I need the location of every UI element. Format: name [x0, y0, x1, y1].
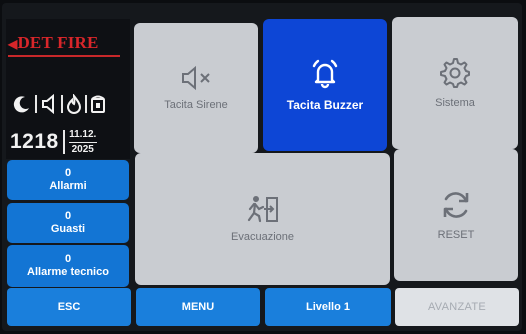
status-icons — [12, 92, 124, 116]
logo-text: DET FIRE — [17, 33, 99, 52]
brand-logo: ◀DET FIRE — [8, 33, 120, 53]
reset-button[interactable]: RESET — [394, 149, 518, 281]
evacuation-label: Evacuazione — [231, 231, 294, 243]
date-divider — [68, 141, 97, 143]
clock-time: 1218 — [10, 130, 59, 153]
icon-separator — [35, 95, 37, 113]
faults-counter-button[interactable]: 0 Guasti — [7, 203, 129, 243]
access-level-button[interactable]: Livello 1 — [265, 288, 391, 326]
date-day-month: 11.12. — [69, 128, 97, 140]
alarms-counter-button[interactable]: 0 Allarmi — [7, 160, 129, 200]
exit-run-icon — [247, 196, 278, 223]
moon-icon — [13, 96, 29, 113]
system-button[interactable]: Sistema — [392, 17, 518, 149]
silence-sirens-label: Tacita Sirene — [164, 99, 228, 111]
menu-button[interactable]: MENU — [136, 288, 260, 326]
advanced-button[interactable]: AVANZATE — [395, 288, 519, 326]
silence-buzzer-label: Tacita Buzzer — [286, 98, 364, 112]
esc-button[interactable]: ESC — [7, 288, 131, 326]
flame-icon — [66, 94, 82, 114]
reset-label: RESET — [437, 229, 475, 241]
date-time: 1218 11.12. 2025 — [10, 125, 126, 159]
alarms-label: Allarmi — [49, 180, 87, 192]
date: 11.12. 2025 — [68, 128, 97, 156]
technical-alarm-count: 0 — [64, 253, 72, 265]
gear-icon — [440, 58, 470, 88]
faults-count: 0 — [64, 210, 72, 222]
time-separator — [62, 130, 65, 154]
refresh-icon — [443, 192, 469, 218]
panel-screen: ◀DET FIRE 1218 11.12. 2025 0 Allarmi 0 G… — [2, 3, 522, 331]
silence-sirens-button[interactable]: Tacita Sirene — [134, 23, 258, 153]
date-year: 2025 — [71, 143, 94, 155]
icon-separator — [61, 95, 63, 113]
technical-alarm-counter-button[interactable]: 0 Allarme tecnico — [7, 245, 129, 287]
bell-icon — [312, 59, 338, 89]
speaker-mute-icon — [182, 65, 210, 91]
faults-label: Guasti — [50, 223, 86, 235]
logo-underline — [8, 55, 120, 57]
phone-icon — [91, 95, 105, 113]
silence-buzzer-button[interactable]: Tacita Buzzer — [263, 19, 387, 151]
system-label: Sistema — [435, 97, 475, 109]
speaker-icon — [42, 94, 54, 114]
technical-alarm-label: Allarme tecnico — [27, 266, 109, 278]
alarms-count: 0 — [64, 167, 72, 179]
icon-separator — [85, 95, 87, 113]
evacuation-button[interactable]: Evacuazione — [135, 153, 390, 285]
